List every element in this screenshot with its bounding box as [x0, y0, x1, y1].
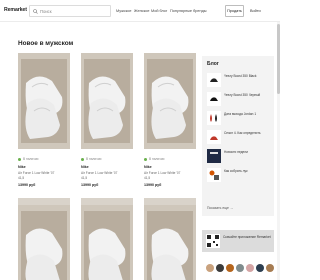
product-brand[interactable]: Nike	[144, 165, 152, 169]
magazine-thumb-icon[interactable]	[207, 149, 221, 163]
search-input[interactable]	[40, 7, 108, 16]
collage-thumb-icon[interactable]	[207, 168, 221, 182]
blog-item-text[interactable]: Yeezy Boost 350 Черный	[224, 93, 270, 97]
page-title: Новое в мужском	[18, 40, 74, 47]
blog-item-text[interactable]: Сезон 4. Как определить	[224, 131, 270, 135]
blog-sidebar: Блог Yeezy Boost 350 Black Yeezy Boost 3…	[202, 56, 274, 216]
product-image[interactable]	[144, 53, 196, 149]
nav-brands[interactable]: Популярные бренды	[170, 9, 207, 13]
avatar[interactable]	[246, 264, 254, 272]
product-image[interactable]	[144, 198, 196, 280]
blog-item-text[interactable]: Yeezy Boost 350 Black	[224, 74, 270, 78]
sell-button[interactable]: Продать	[225, 5, 244, 17]
show-more-link[interactable]: Показать еще →	[207, 206, 233, 210]
sneaker-box-image	[81, 205, 133, 280]
blog-title: Блог	[207, 61, 219, 67]
product-brand[interactable]: Nike	[81, 165, 89, 169]
qr-code-icon	[206, 234, 220, 248]
avatar[interactable]	[236, 264, 244, 272]
blog-item-text[interactable]: Дата выхода Jordan 1	[224, 112, 270, 116]
status-label: В наличии	[23, 157, 39, 161]
avatar[interactable]	[226, 264, 234, 272]
page-scrollbar[interactable]	[277, 22, 280, 280]
product-size: 41,5	[144, 176, 151, 180]
nav-women[interactable]: Женское	[134, 9, 150, 13]
sneaker-box-image	[144, 53, 196, 149]
search-icon	[33, 9, 38, 14]
top-header: Remarket Мужское Женское Мой блог Популя…	[0, 0, 280, 22]
nav-blog[interactable]: Мой блог	[151, 9, 167, 13]
product-size: 41,5	[18, 176, 25, 180]
sneaker-box-image	[18, 205, 70, 280]
product-model[interactable]: Air Force 1 Low White '07	[81, 171, 117, 175]
status-label: В наличии	[149, 157, 165, 161]
sneaker-box-image	[144, 205, 196, 280]
avatar[interactable]	[206, 264, 214, 272]
product-image[interactable]	[18, 53, 70, 149]
product-price: 13990 руб	[81, 183, 99, 187]
page: Remarket Мужское Женское Мой блог Популя…	[0, 0, 280, 280]
product-model[interactable]: Air Force 1 Low White '07	[144, 171, 180, 175]
product-size: 41,5	[81, 176, 88, 180]
sneaker-thumb-icon[interactable]	[207, 92, 221, 106]
nav-men[interactable]: Мужское	[116, 9, 132, 13]
site-logo[interactable]: Remarket	[4, 7, 27, 13]
product-image[interactable]	[81, 53, 133, 149]
sneaker-box-image	[18, 53, 70, 149]
sneaker-thumb-icon[interactable]	[207, 73, 221, 87]
blog-item-text[interactable]: Как собрать лук	[224, 169, 270, 173]
product-model[interactable]: Air Force 1 Low White '07	[18, 171, 54, 175]
status-badge: В наличии	[81, 157, 101, 161]
product-image[interactable]	[81, 198, 133, 280]
drops-thumb-icon[interactable]	[207, 111, 221, 125]
search-box[interactable]	[29, 5, 111, 17]
product-image[interactable]	[18, 198, 70, 280]
status-badge: В наличии	[18, 157, 38, 161]
product-price: 13990 руб	[144, 183, 162, 187]
avatar[interactable]	[266, 264, 274, 272]
sneaker-box-image	[81, 53, 133, 149]
status-label: В наличии	[86, 157, 102, 161]
app-promo-banner[interactable]: Скачайте приложение Remarket	[202, 230, 274, 252]
status-badge: В наличии	[144, 157, 164, 161]
avatar[interactable]	[256, 264, 264, 272]
avatar-row	[206, 264, 276, 273]
avatar[interactable]	[216, 264, 224, 272]
scrollbar-thumb[interactable]	[277, 24, 280, 94]
sneaker-thumb-icon[interactable]	[207, 130, 221, 144]
product-price: 13990 руб	[18, 183, 36, 187]
blog-item-text[interactable]: Новости недели	[224, 150, 270, 154]
promo-text: Скачайте приложение Remarket	[223, 235, 271, 239]
product-brand[interactable]: Nike	[18, 165, 26, 169]
login-link[interactable]: Войти	[250, 9, 261, 13]
